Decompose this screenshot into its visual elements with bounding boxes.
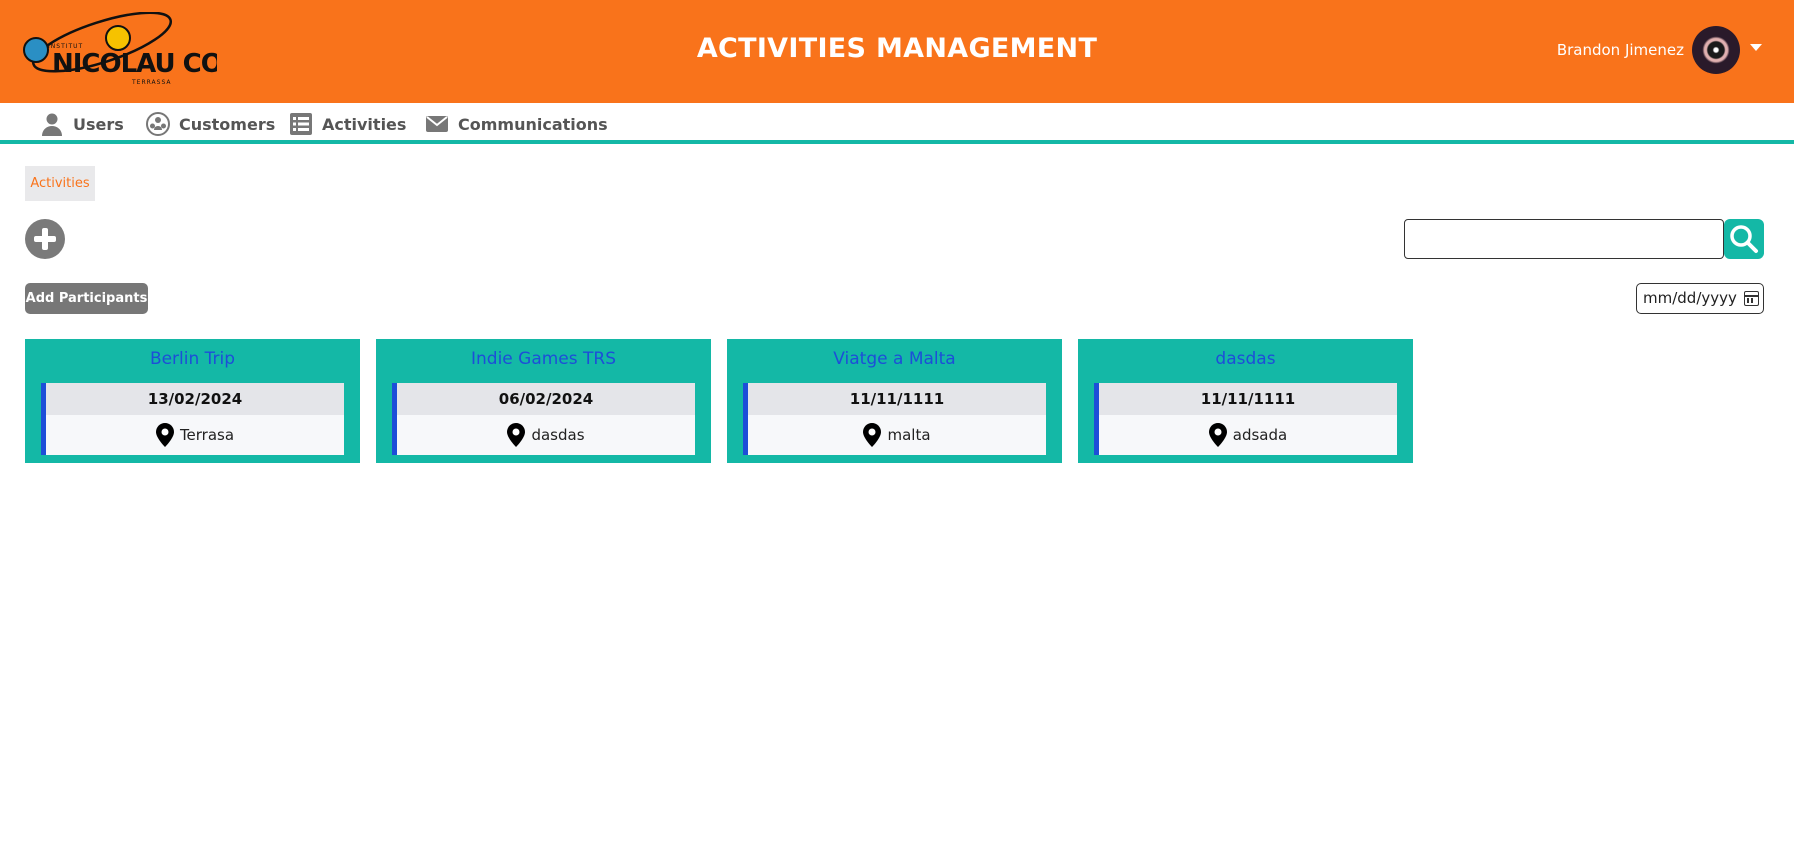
add-activity-button[interactable] (25, 219, 65, 259)
activity-location: malta (748, 415, 1046, 455)
activity-title[interactable]: Indie Games TRS (376, 349, 711, 369)
activity-card[interactable]: dasdas 11/11/1111 adsada (1078, 339, 1413, 463)
activity-date: 11/11/1111 (748, 383, 1046, 415)
search-icon (1730, 225, 1758, 253)
activity-card[interactable]: Berlin Trip 13/02/2024 Terrasa (25, 339, 360, 463)
map-pin-icon (1208, 423, 1227, 447)
activity-details: 06/02/2024 dasdas (392, 383, 695, 455)
user-icon (42, 113, 62, 136)
svg-text:TERRASSA: TERRASSA (131, 79, 172, 86)
map-pin-icon (863, 423, 882, 447)
activity-location-label: malta (887, 426, 931, 444)
nav-item-label: Activities (322, 114, 407, 134)
chevron-down-icon[interactable] (1750, 44, 1762, 51)
search-button[interactable] (1724, 219, 1764, 259)
activity-location-label: Terrasa (179, 426, 235, 444)
nav-item-label: Users (73, 114, 124, 134)
nav-item-customers[interactable]: Customers (146, 111, 275, 137)
nav-item-label: Customers (179, 114, 276, 134)
date-placeholder: mm/dd/yyyy (1643, 289, 1737, 307)
map-pin-icon (155, 423, 174, 447)
activity-title[interactable]: Berlin Trip (25, 349, 360, 369)
activity-date: 11/11/1111 (1099, 383, 1397, 415)
breadcrumb[interactable]: Activities (25, 166, 95, 201)
activity-location: adsada (1099, 415, 1397, 455)
activity-location: Terrasa (46, 415, 344, 455)
customers-icon (146, 112, 170, 136)
map-pin-icon (507, 423, 526, 447)
nav-item-users[interactable]: Users (40, 111, 124, 137)
user-avatar[interactable] (1692, 26, 1740, 74)
activity-location: dasdas (397, 415, 695, 455)
activity-date: 13/02/2024 (46, 383, 344, 415)
search-input[interactable] (1404, 219, 1724, 259)
nav-item-activities[interactable]: Activities (289, 111, 406, 137)
activity-title[interactable]: dasdas (1078, 349, 1413, 369)
date-filter-input[interactable]: mm/dd/yyyy (1636, 283, 1764, 314)
list-icon (290, 113, 312, 135)
nav-item-label: Communications (458, 114, 608, 134)
activity-card[interactable]: Indie Games TRS 06/02/2024 dasdas (376, 339, 711, 463)
activity-date: 06/02/2024 (397, 383, 695, 415)
header-bar: NICOLAU COPÈRNIC INSTITUT TERRASSA ACTIV… (0, 0, 1794, 103)
add-participants-button[interactable]: Add Participants (25, 283, 148, 314)
calendar-icon[interactable] (1744, 291, 1759, 306)
activity-title[interactable]: Viatge a Malta (727, 349, 1062, 369)
main-nav: Users Customers Activities Communication… (0, 103, 1794, 144)
nav-item-communications[interactable]: Communications (425, 111, 608, 137)
user-name[interactable]: Brandon Jimenez (1557, 41, 1684, 59)
activity-card[interactable]: Viatge a Malta 11/11/1111 malta (727, 339, 1062, 463)
activity-details: 11/11/1111 adsada (1094, 383, 1397, 455)
envelope-icon (426, 116, 448, 132)
activity-location-label: adsada (1232, 426, 1288, 444)
activity-details: 13/02/2024 Terrasa (41, 383, 344, 455)
page-title: ACTIVITIES MANAGEMENT (696, 33, 1098, 64)
activity-details: 11/11/1111 malta (743, 383, 1046, 455)
activity-location-label: dasdas (531, 426, 585, 444)
